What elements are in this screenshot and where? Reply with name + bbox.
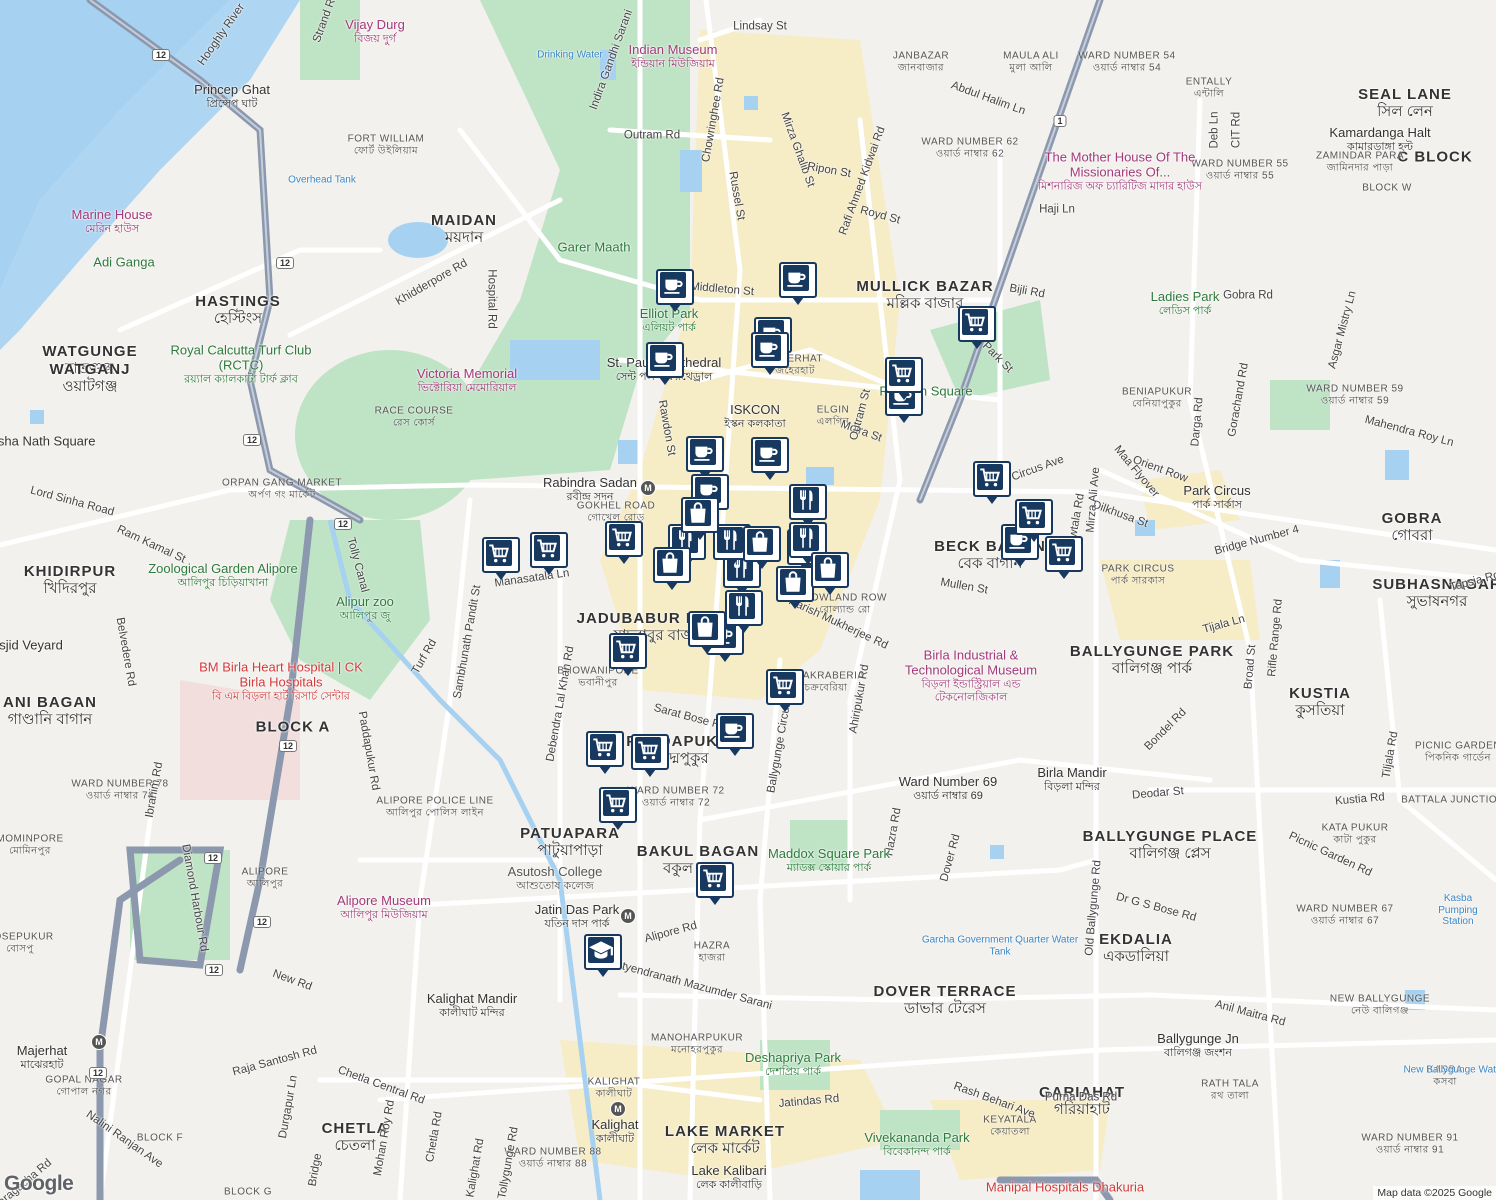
highway-shield: 12 (333, 518, 353, 530)
restaurant-icon (717, 527, 743, 553)
restaurant-icon (793, 525, 819, 551)
cafe-icon (660, 272, 686, 298)
shopping-bag-marker[interactable] (776, 566, 814, 609)
metro-station-icon: M (610, 1101, 626, 1117)
cafe-icon (650, 345, 676, 371)
shopping-cart-marker[interactable] (586, 731, 624, 774)
cafe-marker[interactable] (779, 262, 817, 305)
cafe-icon (783, 265, 809, 291)
shopping-bag-marker[interactable] (743, 526, 781, 569)
shopping-cart-icon (603, 790, 629, 816)
google-logo: Google (4, 1172, 74, 1195)
metro-station-icon: M (640, 480, 656, 496)
shopping-bag-icon (747, 529, 773, 555)
shopping-bag-icon (780, 569, 806, 595)
shopping-cart-marker[interactable] (609, 633, 647, 676)
shopping-cart-marker[interactable] (958, 306, 996, 349)
shopping-cart-marker[interactable] (696, 862, 734, 905)
shopping-cart-icon (635, 737, 661, 763)
cafe-marker[interactable] (646, 342, 684, 385)
cafe-icon (755, 335, 781, 361)
cafe-icon (690, 439, 716, 465)
restaurant-icon (793, 487, 819, 513)
metro-station-icon: M (91, 1034, 107, 1050)
shopping-cart-marker[interactable] (766, 669, 804, 712)
shopping-cart-icon (962, 309, 988, 335)
highway-shield: 12 (252, 916, 272, 928)
cafe-icon (755, 440, 781, 466)
highway-shield: 12 (278, 740, 298, 752)
highway-shield: 12 (275, 257, 295, 269)
shopping-cart-icon (770, 672, 796, 698)
shopping-bag-marker[interactable] (653, 547, 691, 590)
shopping-cart-marker[interactable] (1045, 536, 1083, 579)
school-icon (588, 937, 614, 963)
highway-shield: 12 (204, 964, 224, 976)
shopping-cart-marker[interactable] (973, 461, 1011, 504)
highway-shield: 1 (1053, 115, 1067, 127)
shopping-cart-icon (1019, 502, 1045, 528)
highway-shield: 12 (203, 852, 223, 864)
shopping-cart-marker[interactable] (631, 734, 669, 777)
metro-station-icon: M (620, 908, 636, 924)
cafe-marker[interactable] (656, 269, 694, 312)
highway-shield: 12 (88, 1067, 108, 1079)
cafe-marker[interactable] (751, 437, 789, 480)
shopping-bag-icon (657, 550, 683, 576)
shopping-cart-icon (534, 535, 560, 561)
map-attribution[interactable]: Map data ©2025 Google (1373, 1186, 1496, 1200)
restaurant-marker[interactable] (725, 590, 763, 633)
shopping-bag-icon (692, 614, 718, 640)
shopping-bag-marker[interactable] (681, 497, 719, 540)
cafe-icon (720, 716, 746, 742)
shopping-cart-icon (700, 865, 726, 891)
shopping-cart-icon (590, 734, 616, 760)
shopping-bag-marker[interactable] (811, 552, 849, 595)
shopping-cart-icon (1049, 539, 1075, 565)
shopping-bag-marker[interactable] (688, 611, 726, 654)
shopping-bag-icon (685, 500, 711, 526)
shopping-cart-icon (889, 360, 915, 386)
highway-shield: 12 (242, 434, 262, 446)
school-marker[interactable] (584, 934, 622, 977)
map-canvas[interactable]: MAIDAN ময়দান HASTINGS হেস্টিংস WATGUNGE বাতগ… (0, 0, 1496, 1200)
shopping-cart-marker[interactable] (1015, 499, 1053, 542)
shopping-cart-icon (613, 636, 639, 662)
shopping-cart-marker[interactable] (599, 787, 637, 830)
cafe-marker[interactable] (716, 713, 754, 756)
shopping-bag-icon (815, 555, 841, 581)
shopping-cart-marker[interactable] (605, 521, 643, 564)
restaurant-icon (729, 593, 755, 619)
shopping-cart-icon (486, 540, 512, 566)
shopping-cart-marker[interactable] (482, 537, 520, 580)
shopping-cart-icon (609, 524, 635, 550)
shopping-cart-marker[interactable] (530, 532, 568, 575)
shopping-cart-marker[interactable] (885, 357, 923, 400)
cafe-marker[interactable] (686, 436, 724, 479)
shopping-cart-icon (977, 464, 1003, 490)
cafe-marker[interactable] (751, 332, 789, 375)
highway-shield: 12 (151, 49, 171, 61)
restaurant-marker[interactable] (789, 484, 827, 527)
